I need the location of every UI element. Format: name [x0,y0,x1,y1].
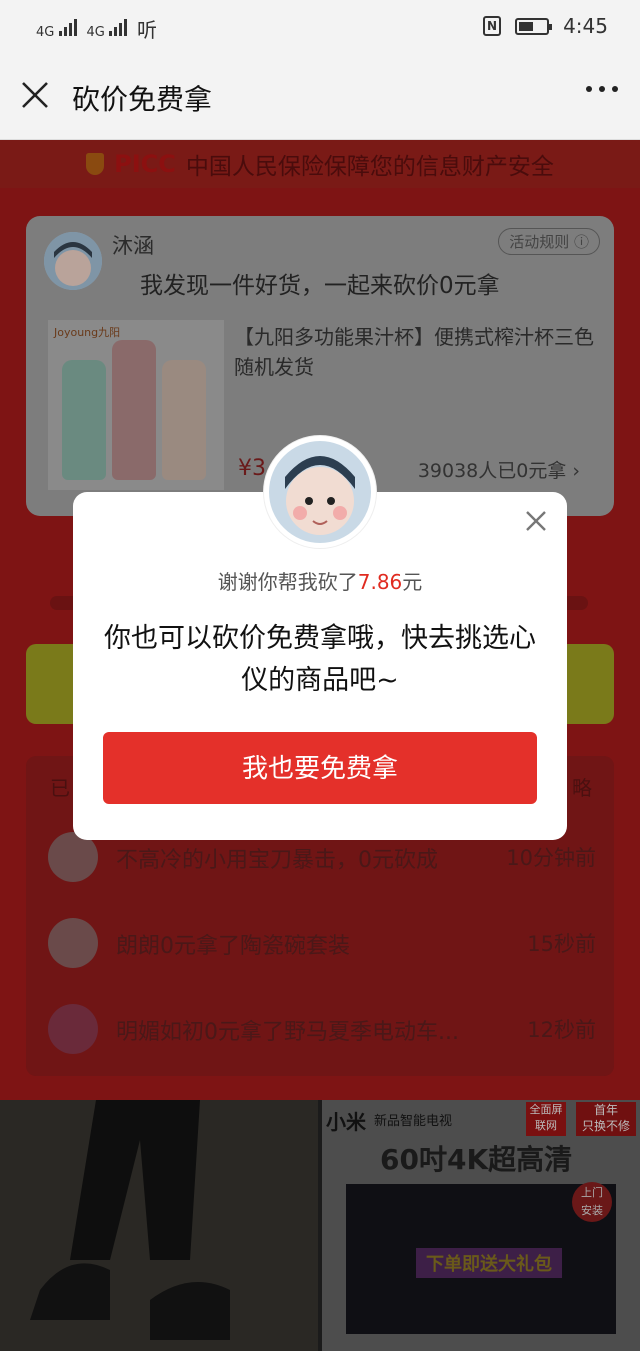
nav-bar: 砍价免费拿 [0,52,640,140]
install-badge: 上门 安装 [572,1182,612,1222]
ad-tag: 首年 只换不修 [576,1102,636,1136]
claimed-count[interactable]: 39038人已0元拿 › [418,456,580,483]
bottle-pink [112,340,156,480]
claimed-count-text: 39038人已0元拿 [417,460,567,482]
close-icon[interactable] [525,510,547,532]
bargain-amount: 7.86 [357,570,403,594]
help-icon: ⓘ [573,233,589,251]
app-indicator: 听 [137,18,157,42]
list-item: 明媚如初0元拿了野马夏季电动车... 12秒前 [48,1004,596,1060]
list-item-text: 不高冷的小用宝刀暴击，0元砍成 [116,848,438,873]
rules-label: 活动规则 [509,233,570,251]
network-indicator-2: 4G [86,18,127,40]
product-image[interactable]: Joyoung九阳 [48,320,224,490]
list-item: 不高冷的小用宝刀暴击，0元砍成 10分钟前 [48,832,596,888]
thanks-text: 谢谢你帮我砍了7.86元 [73,566,567,595]
avatar [48,918,98,968]
ad-fashion[interactable] [0,1100,318,1351]
ad-tag: 全面屏 联网 [526,1102,566,1136]
free-claim-button[interactable]: 我也要免费拿 [103,732,537,804]
signal-icon [58,18,77,36]
bottle-white [162,360,206,480]
chevron-right-icon: › [572,460,580,482]
more-icon[interactable] [586,86,618,92]
rules-button[interactable]: 活动规则 ⓘ [498,228,600,255]
nfc-icon: N [483,16,502,36]
ad-section: 小米 新品智能电视 全面屏 联网 首年 只换不修 60吋4K超高清 下单即送大礼包 … [0,1100,640,1351]
battery-icon [515,17,553,35]
share-message: 我发现一件好货，一起来砍价0元拿 [140,273,500,299]
list-item-time: 15秒前 [527,932,596,956]
thanks-suffix: 元 [402,570,423,594]
page-title: 砍价免费拿 [72,83,213,116]
status-time: 4:45 [563,14,608,38]
signal-icon [109,18,127,36]
status-right: N 4:45 [483,14,608,38]
picc-logo: PICC [114,150,176,178]
picc-text: 中国人民保险保障您的信息财产安全 [185,154,554,180]
status-bar: 4G 4G 听 N 4:45 [0,0,640,52]
user-name: 沐涵 [112,234,154,258]
picc-banner: PICC 中国人民保险保障您的信息财产安全 [0,140,640,188]
network-label-2: 4G [86,24,105,40]
product-brand: Joyoung九阳 [54,326,121,339]
network-indicator-1: 4G [36,18,77,40]
ad-banner: 下单即送大礼包 [416,1248,562,1278]
list-item-time: 10分钟前 [506,846,596,870]
ad-headline: 60吋4K超高清 [380,1143,573,1176]
list-item-text: 朗朗0元拿了陶瓷碗套装 [116,934,350,959]
status-left: 4G 4G 听 [36,14,157,43]
avatar [264,436,376,548]
ad-subtitle: 新品智能电视 [374,1114,453,1129]
modal-message: 你也可以砍价免费拿哦，快去挑选心仪的商品吧~ [104,623,536,696]
ad-brand: 小米 [326,1110,366,1134]
bottle-green [62,360,106,480]
list-item: 朗朗0元拿了陶瓷碗套装 15秒前 [48,918,596,974]
list-item-text: 明媚如初0元拿了野马夏季电动车... [116,1020,459,1045]
shield-icon [86,153,105,175]
thanks-prefix: 谢谢你帮我砍了 [217,570,358,594]
product-title[interactable]: 【九阳多功能果汁杯】便携式榨汁杯三色随机发货 [234,322,604,382]
list-header: 已 [50,776,70,800]
close-icon[interactable] [20,80,50,110]
product-price: ¥3 [238,456,266,481]
ad-tv[interactable]: 小米 新品智能电视 全面屏 联网 首年 只换不修 60吋4K超高清 下单即送大礼包 … [322,1100,640,1351]
avatar [48,1004,98,1054]
avatar [44,232,102,290]
network-label-1: 4G [36,24,55,40]
list-more-link[interactable]: 略 [572,772,592,801]
list-item-time: 12秒前 [527,1018,596,1042]
